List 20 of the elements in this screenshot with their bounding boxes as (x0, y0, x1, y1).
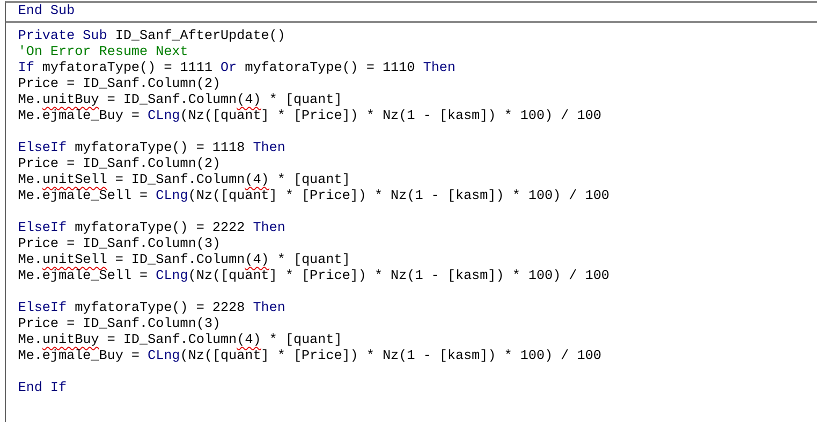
code-line: ElseIf myfatoraType() = 2228 Then (18, 301, 286, 317)
code-line: Me.ejmale_Sell = CLng(Nz([quant] * [Price]) * Nz(1 - [kasm]) * 100) / 100 (18, 189, 610, 205)
code-line: End If (18, 381, 67, 397)
code-line: ElseIf myfatoraType() = 1118 Then (18, 141, 286, 157)
code-line: Price = ID_Sanf.Column(2) (18, 157, 221, 173)
code-line: Me.unitBuy = ID_Sanf.Column(4) * [quant] (18, 93, 342, 109)
code-line: If myfatoraType() = 1111 Or myfatoraType() = 1110 Then (18, 61, 456, 77)
code-line: Me.ejmale_Sell = CLng(Nz([quant] * [Price]) * Nz(1 - [kasm]) * 100) / 100 (18, 269, 610, 285)
code-line: Private Sub ID_Sanf_AfterUpdate() (18, 29, 286, 45)
code-line: Me.ejmale_Buy = CLng(Nz([quant] * [Price]) * Nz(1 - [kasm]) * 100) / 100 (18, 349, 602, 365)
code-line: End Sub (18, 4, 75, 20)
code-line: ElseIf myfatoraType() = 2222 Then (18, 221, 286, 237)
code-line: Price = ID_Sanf.Column(3) (18, 317, 221, 333)
code-line: Me.ejmale_Buy = CLng(Nz([quant] * [Price]) * Nz(1 - [kasm]) * 100) / 100 (18, 109, 602, 125)
code-line: Me.unitSell = ID_Sanf.Column(4) * [quant] (18, 253, 350, 269)
code-line: Price = ID_Sanf.Column(2) (18, 77, 221, 93)
code-line: Me.unitBuy = ID_Sanf.Column(4) * [quant] (18, 333, 342, 349)
code-line: Price = ID_Sanf.Column(3) (18, 237, 221, 253)
code-line: 'On Error Resume Next (18, 45, 188, 61)
code-line: Me.unitSell = ID_Sanf.Column(4) * [quant] (18, 173, 350, 189)
